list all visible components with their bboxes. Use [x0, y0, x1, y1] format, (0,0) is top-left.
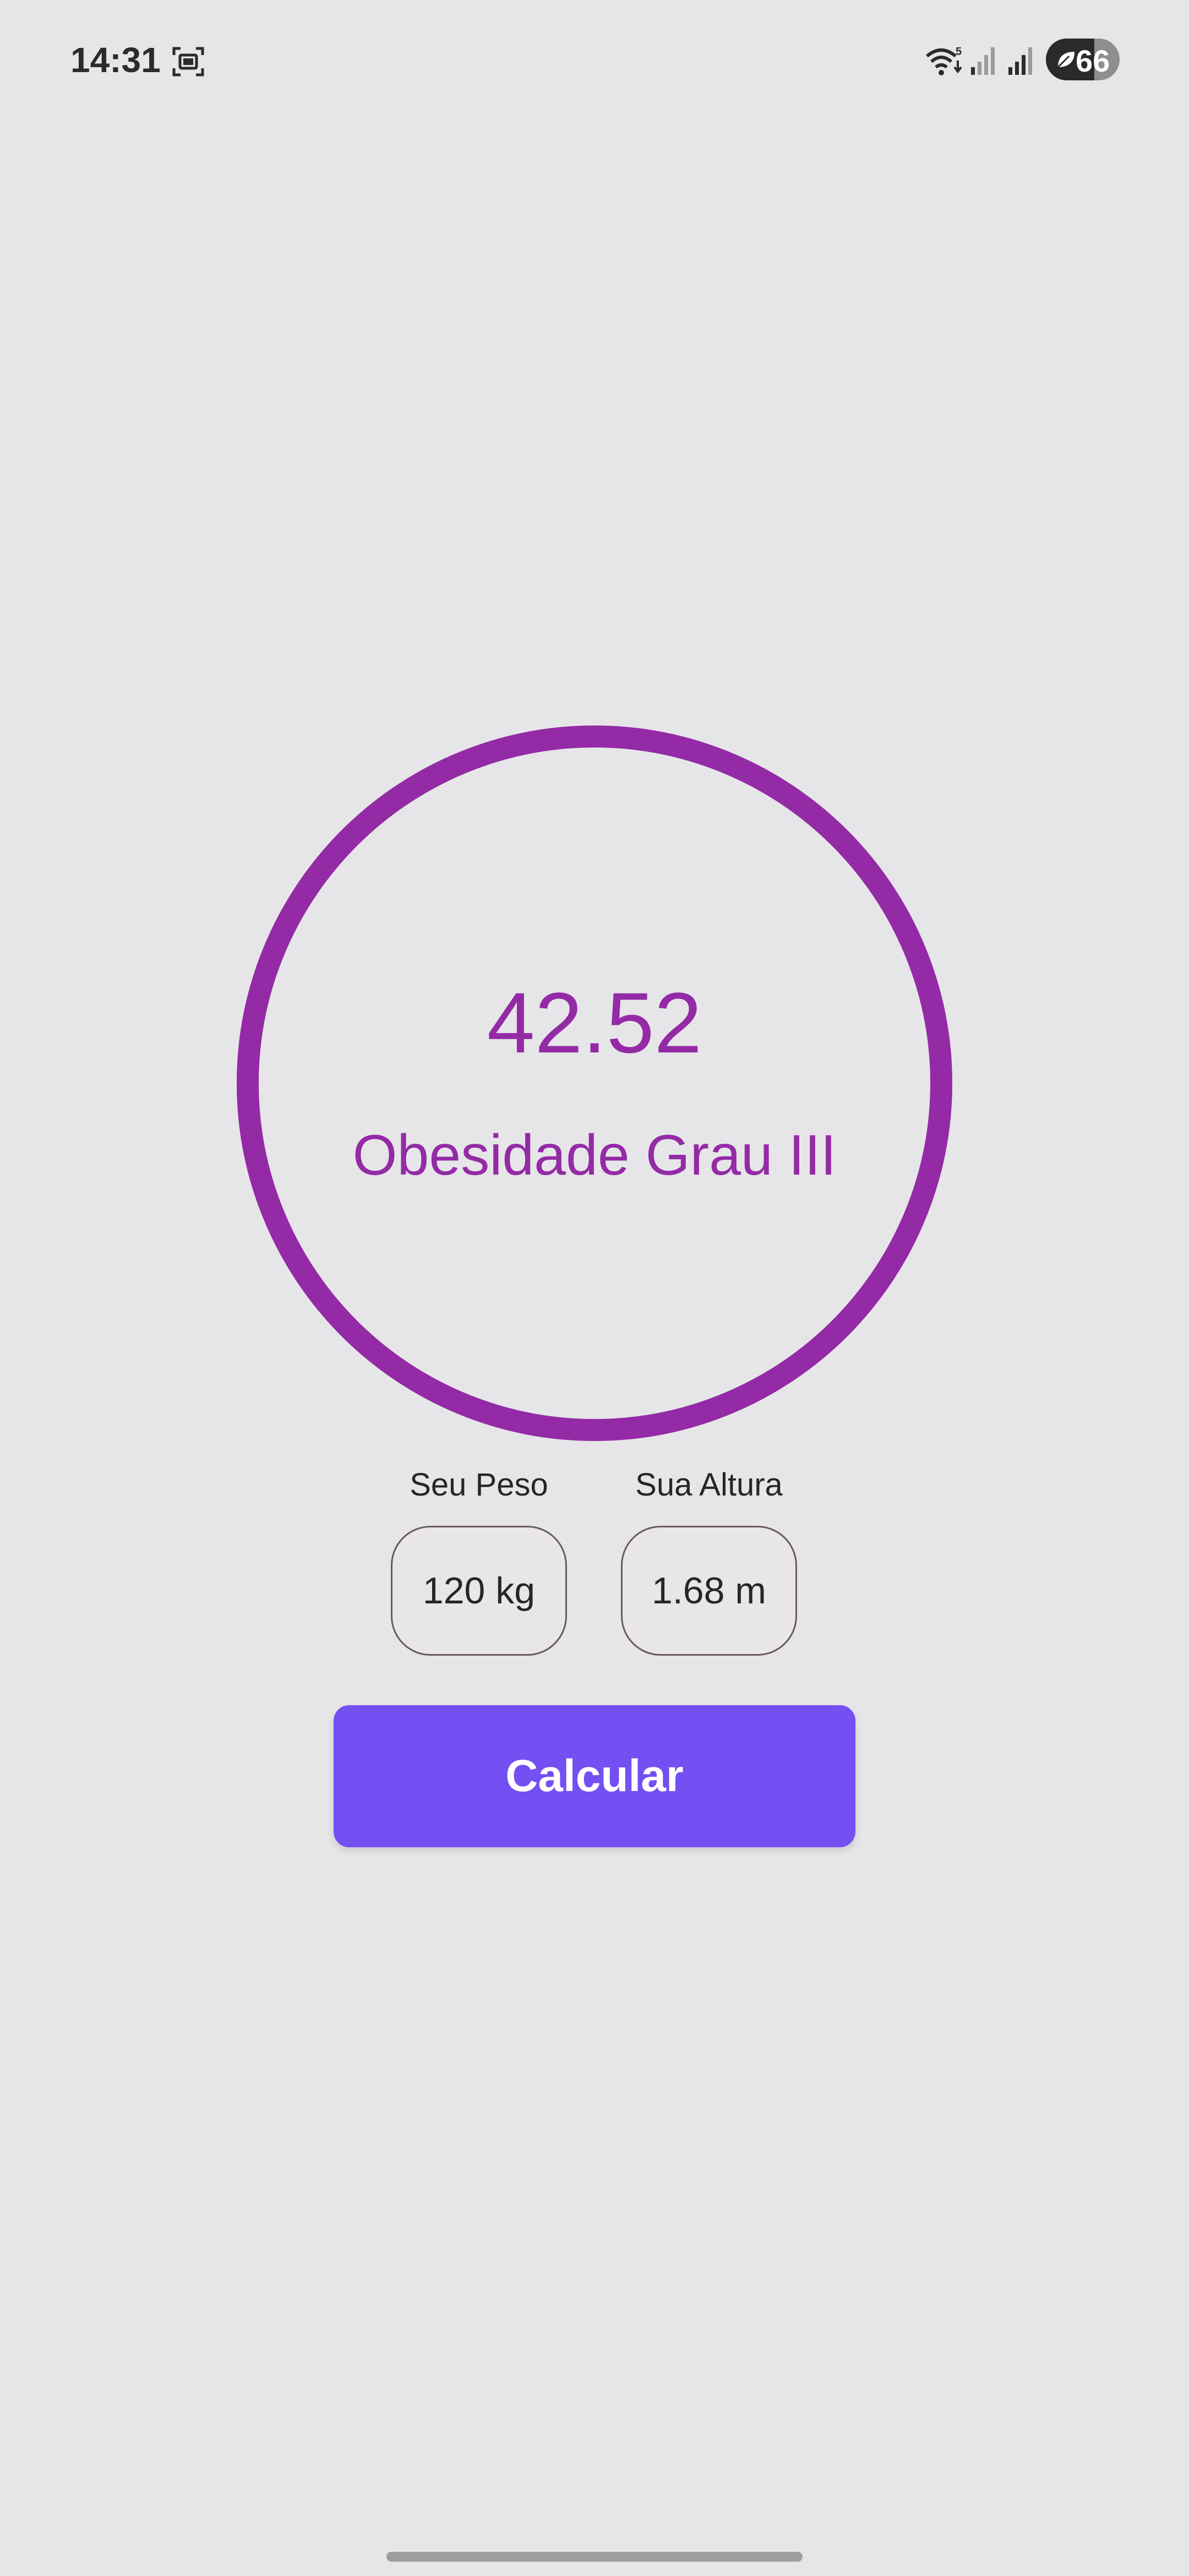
height-label: Sua Altura	[635, 1467, 783, 1503]
wifi-icon: 5	[926, 46, 962, 75]
bmi-category: Obesidade Grau III	[352, 1123, 837, 1187]
battery-indicator: 66	[1046, 39, 1120, 80]
calculate-button[interactable]: Calcular	[334, 1705, 855, 1847]
bmi-value: 42.52	[487, 975, 702, 1071]
signal-icon-sim1	[971, 47, 995, 75]
bmi-result-ring	[237, 725, 952, 1441]
leaf-icon	[1057, 52, 1075, 68]
signal-icon-sim2	[1008, 47, 1032, 75]
status-time: 14:31	[70, 40, 161, 80]
height-field[interactable]: 1.68 m	[621, 1526, 797, 1656]
screen-record-icon	[172, 47, 204, 77]
wifi-badge: 5	[956, 46, 962, 58]
battery-percent: 66	[1076, 43, 1110, 78]
weight-label: Seu Peso	[410, 1467, 548, 1503]
home-indicator[interactable]	[386, 2552, 803, 2562]
status-bar: 14:31 5 66	[0, 0, 1189, 121]
weight-field[interactable]: 120 kg	[391, 1526, 567, 1656]
